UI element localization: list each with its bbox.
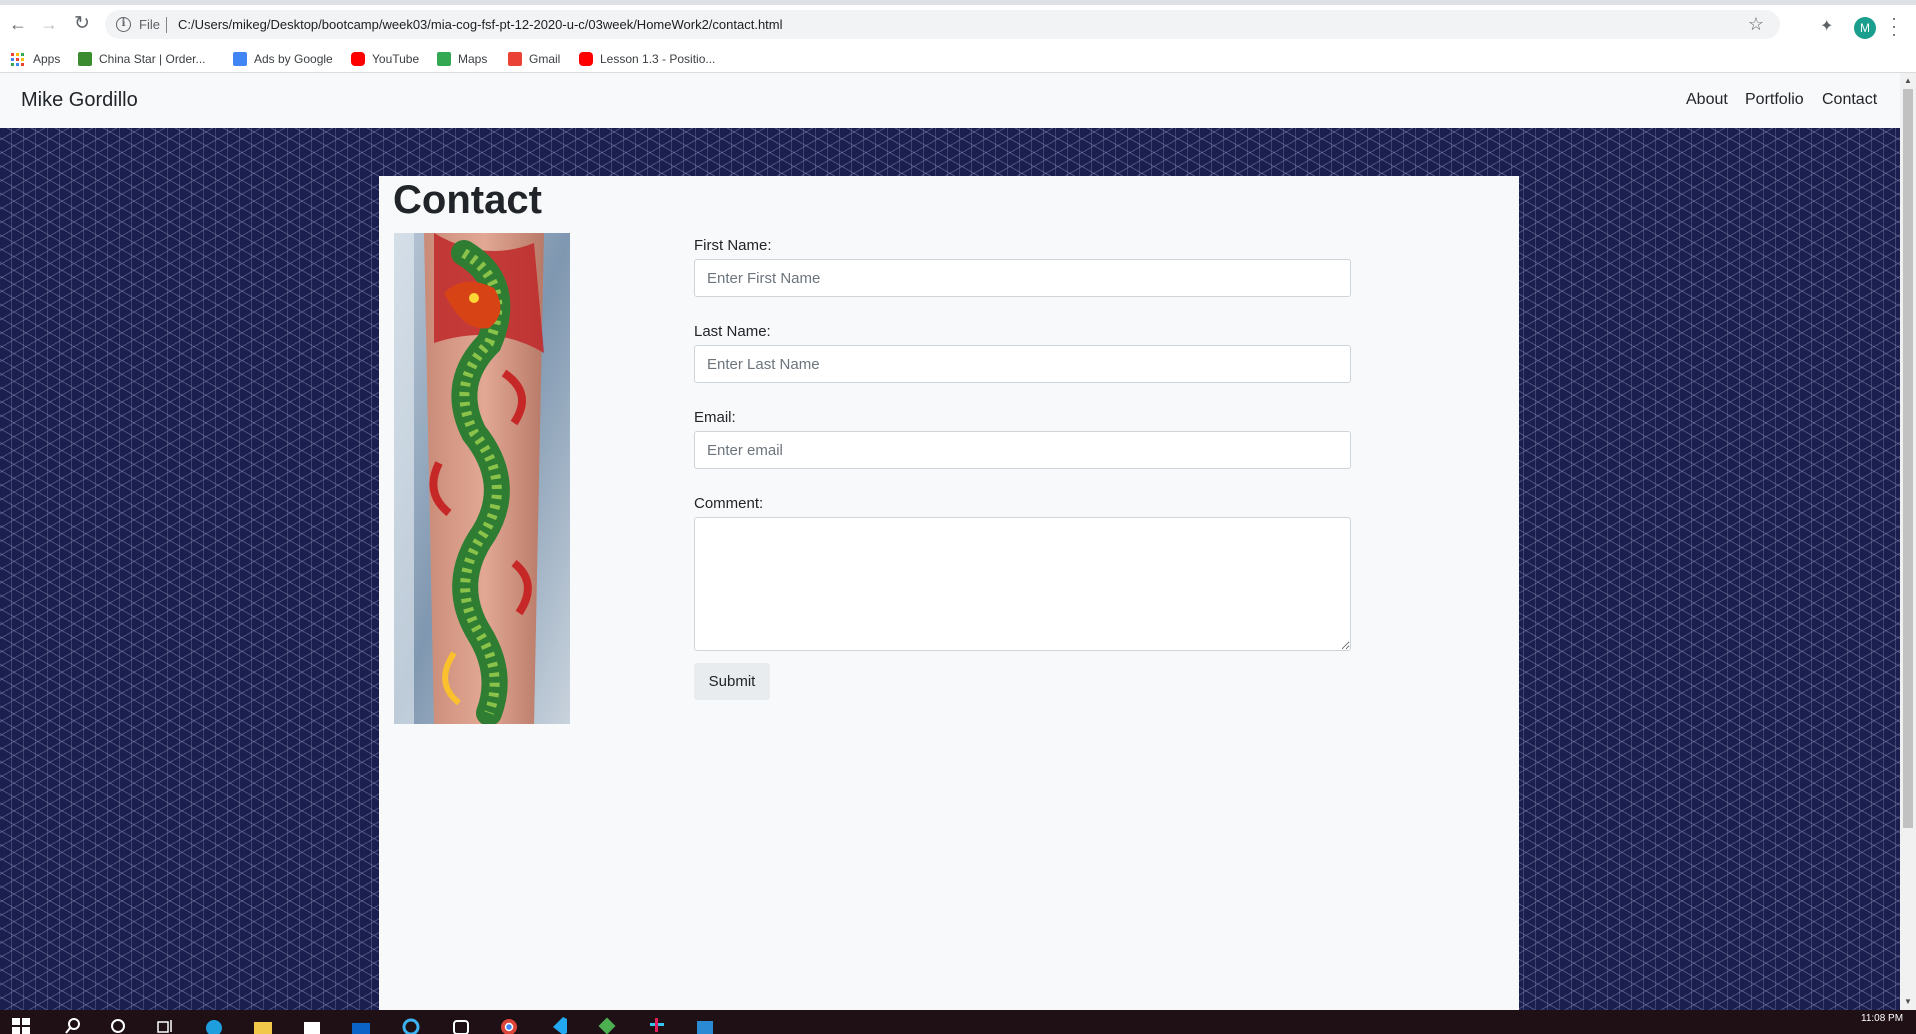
site-navbar: Mike Gordillo About Portfolio Contact bbox=[0, 73, 1900, 128]
page-viewport: Mike Gordillo About Portfolio Contact Co… bbox=[0, 73, 1900, 1010]
nav-link-contact[interactable]: Contact bbox=[1822, 91, 1877, 109]
comment-label: Comment: bbox=[694, 495, 764, 512]
bookmark-ads-by-google[interactable]: Ads by Google bbox=[233, 50, 333, 68]
last-name-label: Last Name: bbox=[694, 323, 771, 340]
nav-link-about[interactable]: About bbox=[1686, 91, 1728, 109]
youtube-icon bbox=[351, 52, 365, 66]
address-bar[interactable]: i File C:/Users/mikeg/Desktop/bootcamp/w… bbox=[105, 10, 1780, 39]
dragon-tattoo-image bbox=[394, 233, 570, 724]
profile-avatar[interactable]: M bbox=[1854, 17, 1876, 39]
bookmark-youtube[interactable]: YouTube bbox=[351, 50, 419, 68]
vscode-icon[interactable] bbox=[547, 1014, 569, 1034]
slack-icon[interactable] bbox=[646, 1014, 668, 1034]
email-label: Email: bbox=[694, 409, 736, 426]
more-menu-icon[interactable]: · · · bbox=[1891, 9, 1897, 43]
taskbar-clock[interactable]: 11:08 PM bbox=[1861, 1013, 1903, 1024]
first-name-input[interactable] bbox=[694, 259, 1351, 297]
info-icon[interactable]: i bbox=[116, 17, 131, 32]
maps-icon bbox=[437, 52, 451, 66]
cortana-ring-icon[interactable] bbox=[400, 1014, 422, 1034]
bookmark-label: Apps bbox=[33, 52, 61, 66]
app-icon[interactable] bbox=[450, 1014, 472, 1034]
page-title: Contact bbox=[393, 178, 542, 222]
reload-icon[interactable]: ↻ bbox=[70, 12, 94, 36]
browser-toolbar: ← → ↻ i File C:/Users/mikeg/Desktop/boot… bbox=[0, 5, 1916, 44]
chrome-icon[interactable] bbox=[498, 1014, 520, 1034]
site-brand[interactable]: Mike Gordillo bbox=[21, 89, 138, 112]
back-icon[interactable]: ← bbox=[6, 12, 30, 36]
windows-start-icon[interactable] bbox=[10, 1014, 32, 1034]
mail-icon[interactable] bbox=[350, 1014, 372, 1034]
china-star-icon bbox=[78, 52, 92, 66]
apps-grid-icon bbox=[11, 52, 24, 66]
scroll-up-icon[interactable]: ▲ bbox=[1904, 76, 1912, 85]
extensions-icon[interactable]: ✦ bbox=[1820, 16, 1833, 36]
edge-icon[interactable] bbox=[203, 1014, 225, 1034]
youtube-icon bbox=[579, 52, 593, 66]
bookmark-label: Lesson 1.3 - Positio... bbox=[600, 52, 716, 66]
task-view-icon[interactable] bbox=[155, 1014, 177, 1034]
bookmark-china-star[interactable]: China Star | Order... bbox=[78, 50, 206, 68]
scroll-down-icon[interactable]: ▼ bbox=[1904, 997, 1912, 1006]
file-explorer-icon[interactable] bbox=[252, 1014, 274, 1034]
bookmark-apps[interactable]: Apps bbox=[11, 50, 60, 68]
content-card: Contact First Name: Enter First Name Las… bbox=[379, 176, 1519, 1010]
page-scrollbar[interactable]: ▲ ▼ bbox=[1900, 73, 1916, 1010]
first-name-label: First Name: bbox=[694, 237, 772, 254]
last-name-input[interactable] bbox=[694, 345, 1351, 383]
url-separator bbox=[166, 17, 167, 33]
bookmark-label: Ads by Google bbox=[254, 52, 333, 66]
windows-taskbar: 11:08 PM bbox=[0, 1010, 1916, 1034]
photos-icon[interactable] bbox=[694, 1014, 716, 1034]
bookmarks-bar: Apps China Star | Order... Ads by Google… bbox=[0, 44, 1916, 73]
bookmark-label: YouTube bbox=[372, 52, 420, 66]
cortana-icon[interactable] bbox=[107, 1014, 129, 1034]
file-label: File bbox=[139, 17, 160, 32]
bookmark-label: Gmail bbox=[529, 52, 561, 66]
comment-textarea[interactable] bbox=[694, 517, 1351, 651]
bookmark-lesson[interactable]: Lesson 1.3 - Positio... bbox=[579, 50, 715, 68]
store-icon[interactable] bbox=[301, 1014, 323, 1034]
bookmark-maps[interactable]: Maps bbox=[437, 50, 487, 68]
bookmark-star-icon[interactable]: ☆ bbox=[1748, 14, 1764, 35]
nav-link-portfolio[interactable]: Portfolio bbox=[1745, 91, 1804, 109]
git-icon[interactable] bbox=[596, 1014, 618, 1034]
bookmark-gmail[interactable]: Gmail bbox=[508, 50, 560, 68]
search-icon[interactable] bbox=[62, 1014, 84, 1034]
email-input[interactable] bbox=[694, 431, 1351, 469]
submit-button[interactable]: Submit bbox=[694, 663, 770, 700]
gmail-icon bbox=[508, 52, 522, 66]
forward-icon[interactable]: → bbox=[37, 12, 61, 36]
google-ads-icon bbox=[233, 52, 247, 66]
bookmark-label: Maps bbox=[458, 52, 488, 66]
url-text[interactable]: C:/Users/mikeg/Desktop/bootcamp/week03/m… bbox=[178, 17, 783, 32]
scroll-thumb[interactable] bbox=[1903, 89, 1913, 828]
bookmark-label: China Star | Order... bbox=[99, 52, 206, 66]
